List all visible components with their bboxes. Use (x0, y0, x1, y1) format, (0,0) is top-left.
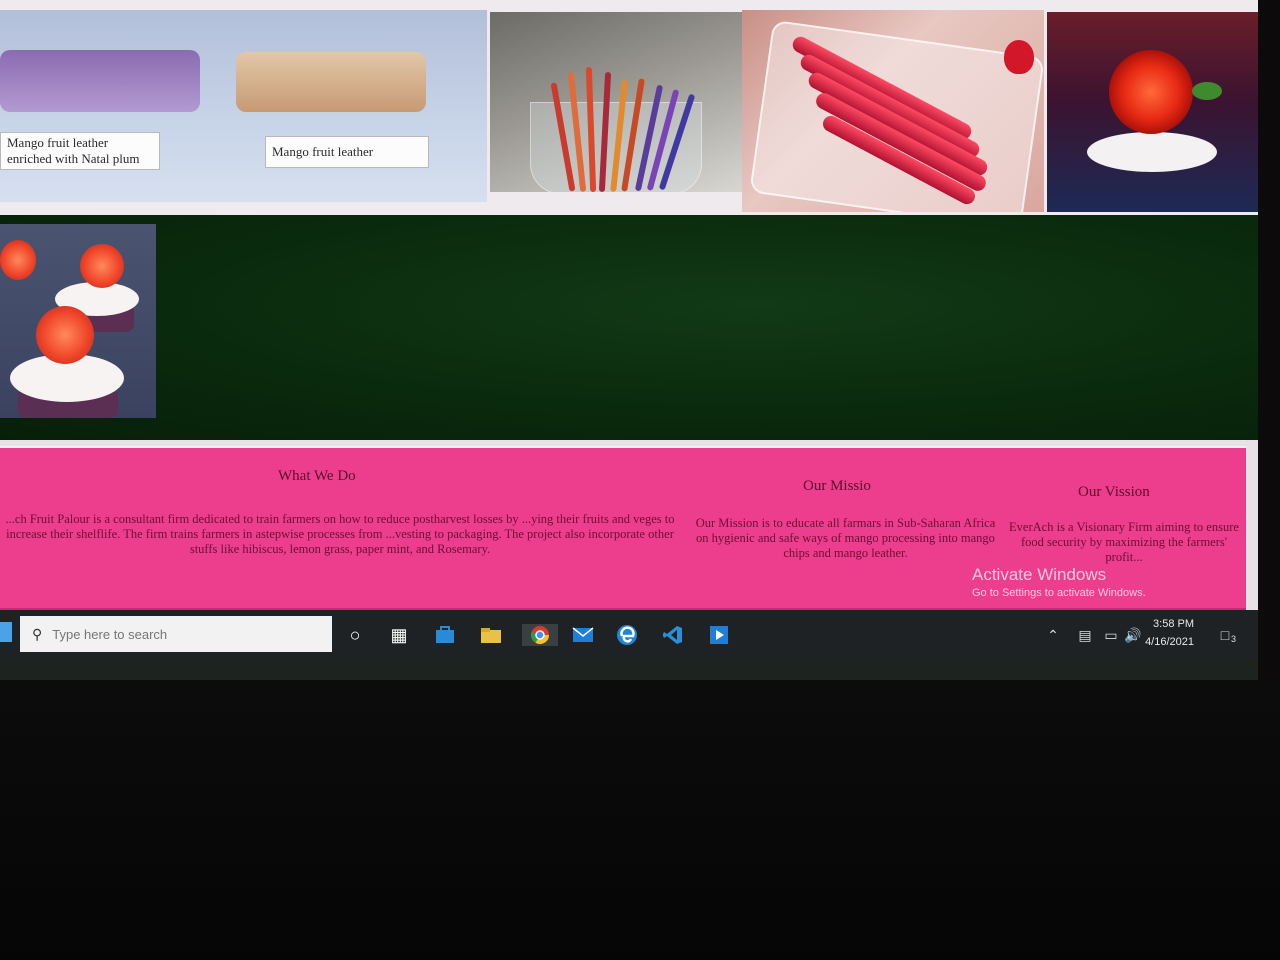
leaf (1192, 82, 1222, 100)
fruit-sticks-photo (490, 12, 745, 192)
clock-time[interactable]: 3:58 PM (1138, 618, 1194, 630)
cupcakes-photo (0, 224, 156, 418)
vision-title: Our Vission (1078, 484, 1150, 500)
rose-decoration (36, 306, 94, 364)
activate-windows-watermark: Activate Windows Go to Settings to activ… (972, 565, 1146, 599)
mango-caption: Mango fruit leather (265, 136, 429, 168)
purple-leather-rolls (0, 50, 200, 112)
fruit-leather-photo: Mango fruit leather enriched with Natal … (0, 10, 487, 202)
start-button[interactable] (0, 622, 12, 642)
search-input[interactable] (50, 625, 295, 643)
gallery-top-row: Mango fruit leather enriched with Natal … (0, 0, 1258, 215)
store-icon[interactable] (432, 624, 458, 646)
monitor-screen: Mango fruit leather enriched with Natal … (0, 0, 1258, 680)
web-page: Mango fruit leather enriched with Natal … (0, 0, 1258, 610)
search-icon: ⚲ (32, 625, 43, 642)
rose-decoration (80, 244, 124, 288)
what-we-do-text: ...ch Fruit Palour is a consultant firm … (5, 512, 675, 556)
chrome-icon[interactable] (522, 624, 558, 646)
cake-frosting (1087, 132, 1217, 172)
vscode-icon[interactable] (660, 624, 686, 646)
taskbar-search[interactable]: ⚲ (20, 616, 332, 652)
vision-text: EverAch is a Visionary Firm aiming to en… (1009, 520, 1239, 564)
notification-icon[interactable]: □ 3 (1212, 624, 1238, 646)
edge-icon[interactable] (614, 624, 640, 646)
cortana-icon[interactable]: ○ (342, 624, 368, 646)
gallery-second-row (0, 215, 1258, 440)
media-player-icon[interactable] (706, 624, 732, 646)
mail-icon[interactable] (570, 624, 596, 646)
monitor-bezel (0, 680, 1280, 960)
clock-date[interactable]: 4/16/2021 (1138, 636, 1194, 648)
watermark-title: Activate Windows (972, 565, 1107, 584)
task-view-icon[interactable]: ▦ (386, 624, 412, 646)
red-flower (1109, 50, 1193, 134)
mission-text: Our Mission is to educate all farmars in… (695, 516, 996, 560)
notification-count: 3 (1230, 634, 1236, 644)
strawberry (1004, 40, 1034, 74)
mission-title: Our Missio (803, 478, 871, 494)
taskbar: ⚲ ○ ▦ ⌃ ▤ ▭ 🔊 3:58 PM 4/16/2021 (0, 612, 1258, 660)
natal-plum-caption: Mango fruit leather enriched with Natal … (0, 132, 160, 170)
notification-glyph: □ (1220, 627, 1230, 643)
network-icon[interactable]: ▤ (1072, 624, 1098, 646)
flower-cake-photo (1047, 12, 1258, 212)
what-we-do-title: What We Do (278, 468, 356, 484)
mango-leather-rolls (236, 52, 426, 112)
watermark-subtitle: Go to Settings to activate Windows. (972, 587, 1146, 599)
red-leather-box-photo (742, 10, 1044, 212)
file-explorer-icon[interactable] (478, 624, 504, 646)
rose-decoration (0, 240, 36, 280)
tray-up-arrow-icon[interactable]: ⌃ (1040, 624, 1066, 646)
